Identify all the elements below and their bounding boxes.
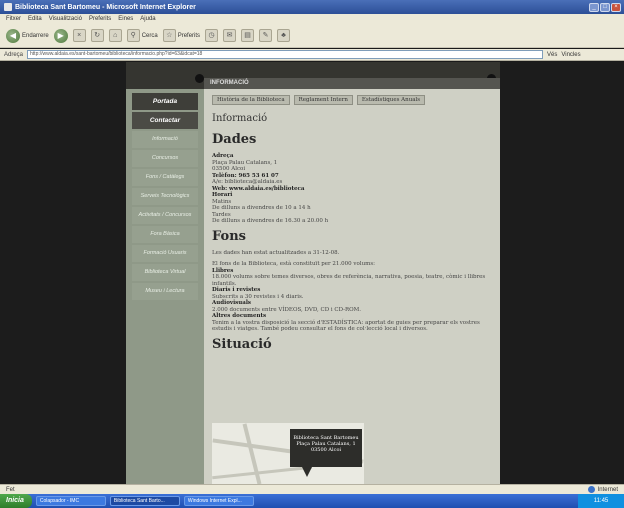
- address-bar: Adreça http://www.aldaia.es/sant-bartome…: [0, 49, 624, 61]
- sidebar-item-museu[interactable]: Museu i Lectura: [132, 283, 198, 300]
- sidebar-item-serveis[interactable]: Serveis Tecnològics: [132, 188, 198, 205]
- taskbar-item[interactable]: Biblioteca Sant Barto...: [109, 496, 180, 506]
- status-bar: Fet Internet: [0, 484, 624, 494]
- site-header: INFORMACIÓ: [126, 62, 500, 89]
- tab-historia[interactable]: Història de la Biblioteca: [212, 95, 290, 105]
- info-text: De dilluns a divendres de 16.30 a 20.00 …: [212, 218, 329, 224]
- system-tray-clock: 11:45: [578, 494, 624, 508]
- menu-bar: Fitxer Edita Visualització Preferits Ein…: [0, 14, 624, 24]
- menu-help[interactable]: Ajuda: [140, 16, 155, 22]
- sidebar-item-activitats[interactable]: Activitats / Concursos: [132, 207, 198, 224]
- search-label: Cerca: [141, 32, 158, 39]
- menu-file[interactable]: Fitxer: [6, 16, 21, 22]
- main-content: Història de la Biblioteca Reglament Inte…: [204, 89, 500, 484]
- website: INFORMACIÓ Portada Contactar Informació …: [126, 62, 500, 484]
- taskbar: Inicia Colapsador - IMC Biblioteca Sant …: [0, 494, 624, 508]
- favorites-label: Preferits: [177, 32, 201, 39]
- info-text: Tenim a la vostra disposició la secció d…: [212, 319, 480, 333]
- menu-favorites[interactable]: Preferits: [89, 16, 111, 22]
- status-text: Fet: [6, 486, 15, 493]
- print-icon[interactable]: ▤: [241, 29, 255, 42]
- subnav-tabs: Història de la Biblioteca Reglament Inte…: [212, 95, 492, 105]
- messenger-icon[interactable]: ♣: [277, 29, 291, 42]
- logo-dot: [195, 74, 204, 83]
- back-button[interactable]: ◀ Endarrere: [6, 28, 49, 43]
- sidebar-item-informacio[interactable]: Informació: [132, 131, 198, 148]
- tab-estadistiques[interactable]: Estadístiques Anuals: [356, 95, 426, 105]
- page-viewport: INFORMACIÓ Portada Contactar Informació …: [0, 62, 624, 484]
- sidebar-item-concursos[interactable]: Concursos: [132, 150, 198, 167]
- section-situacio-title: Situació: [212, 336, 272, 352]
- sidebar-item-fons[interactable]: Fons / Catàlegs: [132, 169, 198, 186]
- edit-icon[interactable]: ✎: [259, 29, 273, 42]
- section-fons-title: Fons: [212, 228, 246, 244]
- back-arrow-icon: ◀: [6, 28, 20, 43]
- toolbar: ◀ Endarrere ▶ × ↻ ⌂ ⚲ Cerca ☆ Preferits …: [0, 24, 624, 48]
- map-road: [212, 465, 312, 480]
- section-bar: INFORMACIÓ: [204, 78, 500, 89]
- refresh-icon[interactable]: ↻: [90, 29, 104, 42]
- security-zone: Internet: [587, 486, 618, 493]
- go-button[interactable]: Vés: [547, 52, 557, 58]
- menu-tools[interactable]: Eines: [118, 16, 133, 22]
- map-callout: Biblioteca Sant Bartomeu Plaça Palau Cat…: [290, 429, 362, 467]
- menu-edit[interactable]: Edita: [28, 16, 42, 22]
- mail-icon[interactable]: ✉: [223, 29, 237, 42]
- stop-icon[interactable]: ×: [72, 29, 86, 42]
- address-input[interactable]: http://www.aldaia.es/sant-bartomeu/bibli…: [27, 50, 544, 59]
- minimize-button[interactable]: _: [589, 2, 599, 12]
- page-title: Informació: [212, 113, 268, 124]
- search-icon: ⚲: [126, 29, 140, 42]
- info-text: 18.000 volums sobre temes diversos, obre…: [212, 274, 486, 287]
- sidebar-item-biblioteca-virtual[interactable]: Biblioteca Virtual: [132, 264, 198, 281]
- map-callout-line: 03500 Alcoi: [310, 447, 342, 453]
- fons-list: Llibres 18.000 volums sobre temes diverso…: [212, 268, 492, 333]
- address-label: Adreça: [4, 51, 24, 58]
- links-button[interactable]: Vincles: [561, 52, 580, 58]
- dades-list: Adreça Plaça Palau Catalans, 1 03500 Alcoi…: [212, 153, 492, 225]
- search-button[interactable]: ⚲ Cerca: [126, 29, 158, 43]
- sidebar-item-formacio[interactable]: Formació Usuaris: [132, 245, 198, 262]
- map-pin-icon: [302, 467, 312, 477]
- site-sidebar: Portada Contactar Informació Concursos F…: [126, 89, 204, 484]
- history-icon[interactable]: ◷: [205, 29, 219, 42]
- sidebar-item-fora-basica[interactable]: Fora Bàsica: [132, 226, 198, 243]
- favorites-button[interactable]: ☆ Preferits: [162, 29, 201, 43]
- forward-arrow-icon[interactable]: ▶: [53, 28, 68, 43]
- taskbar-item[interactable]: Windows Internet Expl...: [183, 496, 254, 506]
- section-dades-title: Dades: [212, 132, 257, 147]
- ie-icon: [4, 3, 12, 11]
- sidebar-item-contactar[interactable]: Contactar: [132, 112, 198, 129]
- close-button[interactable]: ×: [611, 2, 621, 12]
- window-titlebar: Biblioteca Sant Bartomeu - Microsoft Int…: [0, 0, 624, 14]
- globe-icon: [587, 486, 595, 493]
- menu-view[interactable]: Visualització: [49, 16, 82, 22]
- star-icon: ☆: [162, 29, 176, 42]
- zone-label: Internet: [597, 486, 618, 493]
- start-button[interactable]: Inicia: [0, 494, 32, 508]
- window-title: Biblioteca Sant Bartomeu - Microsoft Int…: [15, 3, 196, 11]
- taskbar-item[interactable]: Colapsador - IMC: [35, 496, 106, 506]
- back-label: Endarrere: [22, 32, 49, 39]
- sidebar-item-portada[interactable]: Portada: [132, 93, 198, 110]
- maximize-button[interactable]: □: [600, 2, 610, 12]
- tab-reglament[interactable]: Reglament Intern: [293, 95, 353, 105]
- home-icon[interactable]: ⌂: [108, 29, 122, 42]
- location-map[interactable]: Biblioteca Sant Bartomeu Plaça Palau Cat…: [212, 423, 364, 484]
